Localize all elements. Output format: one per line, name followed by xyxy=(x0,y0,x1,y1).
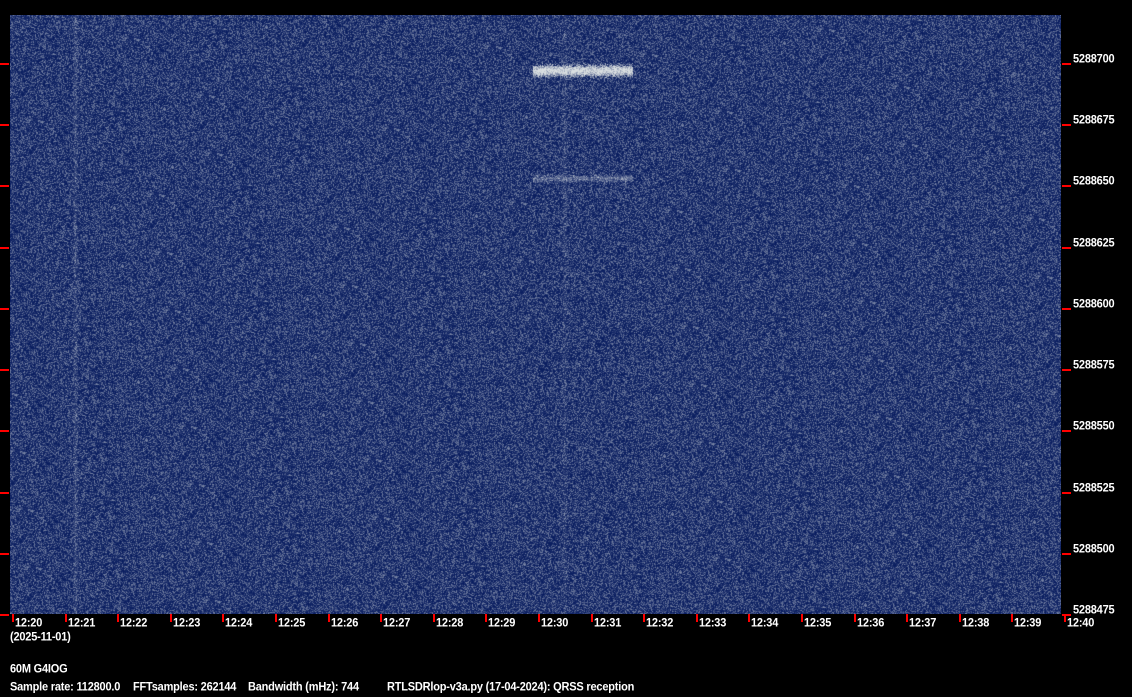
y-tick-mark-left xyxy=(0,553,9,555)
x-tick-label: 12:25 xyxy=(278,616,306,630)
x-tick-label: 12:38 xyxy=(962,616,990,630)
y-tick-label: 5288675 xyxy=(1073,113,1115,127)
x-tick-label: 12:36 xyxy=(857,616,885,630)
y-tick-mark-left xyxy=(0,308,9,310)
y-tick-mark-left xyxy=(0,124,9,126)
spectrogram-plot xyxy=(10,15,1061,614)
y-tick-mark-right xyxy=(1062,369,1071,371)
software-label: RTLSDRlop-v3a.py (17-04-2024): QRSS rece… xyxy=(387,680,635,694)
x-tick-mark xyxy=(222,614,224,622)
sample-rate: Sample rate: 112800.0 xyxy=(10,680,121,694)
station-label: 60M G4IOG xyxy=(10,662,68,676)
x-tick-mark xyxy=(485,614,487,622)
y-tick-label: 5288525 xyxy=(1073,481,1115,495)
y-tick-mark-right xyxy=(1062,553,1071,555)
x-tick-label: 12:37 xyxy=(909,616,937,630)
y-tick-label: 5288500 xyxy=(1073,542,1115,556)
x-tick-label: 12:40 xyxy=(1067,616,1095,630)
x-tick-mark xyxy=(538,614,540,622)
y-tick-mark-left xyxy=(0,614,9,616)
x-tick-mark xyxy=(906,614,908,622)
y-tick-label: 5288600 xyxy=(1073,297,1115,311)
x-tick-mark xyxy=(275,614,277,622)
y-tick-label: 5288650 xyxy=(1073,174,1115,188)
y-tick-mark-left xyxy=(0,63,9,65)
bandwidth: Bandwidth (mHz): 744 xyxy=(248,680,359,694)
x-tick-mark xyxy=(117,614,119,622)
x-tick-label: 12:29 xyxy=(488,616,516,630)
y-tick-mark-left xyxy=(0,430,9,432)
x-tick-label: 12:27 xyxy=(383,616,411,630)
x-tick-mark xyxy=(748,614,750,622)
y-tick-mark-left xyxy=(0,247,9,249)
x-tick-label: 12:20 xyxy=(15,616,43,630)
x-tick-mark xyxy=(801,614,803,622)
x-tick-label: 12:32 xyxy=(646,616,674,630)
date-label: (2025-11-01) xyxy=(10,630,71,644)
x-tick-mark xyxy=(170,614,172,622)
x-tick-mark xyxy=(591,614,593,622)
x-tick-label: 12:33 xyxy=(699,616,727,630)
x-tick-mark xyxy=(959,614,961,622)
x-tick-mark xyxy=(328,614,330,622)
x-tick-label: 12:35 xyxy=(804,616,832,630)
y-tick-mark-right xyxy=(1062,63,1071,65)
y-tick-mark-right xyxy=(1062,308,1071,310)
x-tick-label: 12:21 xyxy=(68,616,96,630)
y-tick-mark-right xyxy=(1062,247,1071,249)
y-tick-label: 5288575 xyxy=(1073,358,1115,372)
x-tick-label: 12:30 xyxy=(541,616,569,630)
x-tick-label: 12:26 xyxy=(331,616,359,630)
y-tick-mark-right xyxy=(1062,614,1071,616)
x-tick-label: 12:39 xyxy=(1014,616,1042,630)
y-tick-mark-left xyxy=(0,185,9,187)
x-tick-label: 12:34 xyxy=(751,616,779,630)
x-tick-label: 12:31 xyxy=(594,616,622,630)
x-tick-mark xyxy=(854,614,856,622)
y-tick-mark-left xyxy=(0,492,9,494)
x-tick-mark xyxy=(12,614,14,622)
y-tick-label: 5288475 xyxy=(1073,603,1115,617)
x-tick-label: 12:23 xyxy=(173,616,201,630)
y-tick-mark-right xyxy=(1062,430,1071,432)
x-tick-mark xyxy=(65,614,67,622)
y-tick-label: 5288700 xyxy=(1073,52,1115,66)
fft-samples: FFTsamples: 262144 xyxy=(133,680,237,694)
x-tick-mark xyxy=(433,614,435,622)
x-tick-label: 12:28 xyxy=(436,616,464,630)
y-tick-label: 5288550 xyxy=(1073,419,1115,433)
x-tick-label: 12:22 xyxy=(120,616,148,630)
y-tick-mark-right xyxy=(1062,492,1071,494)
y-tick-label: 5288625 xyxy=(1073,236,1115,250)
y-tick-mark-right xyxy=(1062,124,1071,126)
x-tick-mark xyxy=(696,614,698,622)
x-tick-mark xyxy=(643,614,645,622)
x-tick-label: 12:24 xyxy=(225,616,253,630)
x-tick-mark xyxy=(380,614,382,622)
y-tick-mark-right xyxy=(1062,185,1071,187)
x-tick-mark xyxy=(1011,614,1013,622)
y-tick-mark-left xyxy=(0,369,9,371)
